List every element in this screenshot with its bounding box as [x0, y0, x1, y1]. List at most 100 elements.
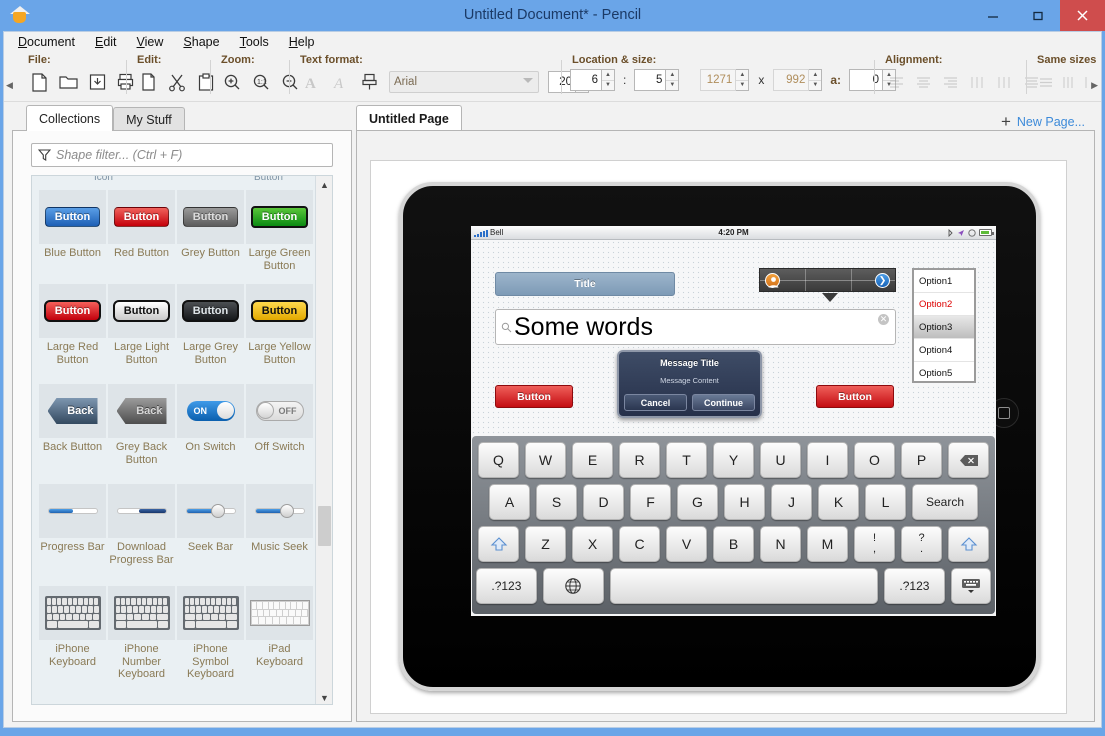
zoom-reset-icon[interactable]: 1:1: [248, 69, 274, 95]
size-height-stepper[interactable]: ▲▼: [773, 69, 823, 91]
same-height-icon[interactable]: [1035, 69, 1057, 95]
dialog-continue-button[interactable]: Continue: [692, 394, 755, 411]
save-document-icon[interactable]: [84, 69, 110, 95]
shift-right-key-icon[interactable]: [948, 526, 989, 562]
key-j[interactable]: J: [771, 484, 812, 520]
tab-collections[interactable]: Collections: [26, 105, 114, 131]
key-v[interactable]: V: [666, 526, 707, 562]
key-b[interactable]: B: [713, 526, 754, 562]
dialog-cancel-button[interactable]: Cancel: [624, 394, 687, 411]
shape-iphone-keyboard[interactable]: iPhone Keyboard: [39, 586, 106, 681]
new-document-icon[interactable]: [26, 69, 52, 95]
key-numbers-left[interactable]: .?123: [476, 568, 537, 604]
mockup-title-bar[interactable]: Title: [495, 272, 675, 296]
chevron-right-icon[interactable]: ❯: [875, 273, 890, 288]
key-i[interactable]: I: [807, 442, 848, 478]
hide-keyboard-key-icon[interactable]: [950, 568, 991, 604]
new-page-button[interactable]: + New Page...: [1001, 113, 1095, 130]
key-h[interactable]: H: [724, 484, 765, 520]
shape-music-seek[interactable]: Music Seek: [246, 484, 313, 566]
shape-blue-button[interactable]: Button Blue Button: [39, 190, 106, 272]
cut-icon[interactable]: [164, 69, 190, 95]
key-x[interactable]: X: [572, 526, 613, 562]
mockup-option-list[interactable]: Option1 Option2 Option3 Option4 Option5: [912, 268, 976, 383]
list-item[interactable]: Option4: [914, 339, 974, 362]
size-width-stepper[interactable]: ▲▼: [700, 69, 750, 91]
scrollbar-thumb[interactable]: [318, 506, 331, 546]
align-left-icon[interactable]: [883, 69, 909, 95]
key-search[interactable]: Search: [912, 484, 978, 520]
shape-large-light-button[interactable]: Button Large Light Button: [108, 284, 175, 366]
shape-red-button[interactable]: Button Red Button: [108, 190, 175, 272]
key-p[interactable]: P: [901, 442, 942, 478]
key-u[interactable]: U: [760, 442, 801, 478]
format-painter-icon[interactable]: [356, 69, 382, 95]
shape-progress-bar[interactable]: Progress Bar: [39, 484, 106, 566]
shape-iphone-number-keyboard[interactable]: iPhone Number Keyboard: [108, 586, 175, 681]
menu-help[interactable]: Help: [287, 34, 317, 50]
shape-large-green-button[interactable]: Button Large Green Button: [246, 190, 313, 272]
globe-key-icon[interactable]: [542, 568, 604, 604]
key-d[interactable]: D: [583, 484, 624, 520]
key-exclaim-comma[interactable]: !,: [854, 526, 895, 562]
tab-untitled-page[interactable]: Untitled Page: [356, 105, 462, 131]
distribute-vertical-icon[interactable]: [991, 69, 1017, 95]
copy-icon[interactable]: [135, 69, 161, 95]
key-m[interactable]: M: [807, 526, 848, 562]
contact-avatar-icon[interactable]: [765, 273, 780, 288]
ipad-device-frame[interactable]: Bell 4:20 PM Title ❯ Some words ✕ Option…: [399, 182, 1040, 691]
close-button[interactable]: [1060, 0, 1105, 31]
key-f[interactable]: F: [630, 484, 671, 520]
paste-icon[interactable]: [193, 69, 219, 95]
toolbar-overflow-right-icon[interactable]: ▶: [1091, 80, 1098, 91]
list-item[interactable]: Option1: [914, 270, 974, 293]
mockup-ipad-keyboard[interactable]: Q W E R T Y U I O P A S D F G H J K L Se…: [472, 436, 995, 614]
shape-large-red-button[interactable]: Button Large Red Button: [39, 284, 106, 366]
location-y-stepper[interactable]: ▲▼: [634, 69, 680, 91]
shape-filter-box[interactable]: Shape filter... (Ctrl + F): [31, 143, 333, 167]
key-y[interactable]: Y: [713, 442, 754, 478]
maximize-button[interactable]: [1015, 0, 1060, 31]
shape-grid-scrollbar[interactable]: ▲ ▼: [315, 176, 332, 704]
shape-off-switch[interactable]: OFF Off Switch: [246, 384, 313, 466]
key-n[interactable]: N: [760, 526, 801, 562]
shape-grey-back-button[interactable]: Back Grey Back Button: [108, 384, 175, 466]
key-s[interactable]: S: [536, 484, 577, 520]
menu-view[interactable]: View: [135, 34, 166, 50]
key-g[interactable]: G: [677, 484, 718, 520]
clear-circle-icon[interactable]: ✕: [878, 314, 889, 325]
list-item[interactable]: Option5: [914, 362, 974, 385]
canvas-viewport[interactable]: Bell 4:20 PM Title ❯ Some words ✕ Option…: [356, 130, 1095, 722]
angle-input[interactable]: [849, 69, 884, 91]
zoom-in-icon[interactable]: [219, 69, 245, 95]
location-x-stepper[interactable]: ▲▼: [570, 69, 615, 91]
shape-grey-button[interactable]: Button Grey Button: [177, 190, 244, 272]
shape-ipad-keyboard[interactable]: iPad Keyboard: [246, 586, 313, 681]
italic-text-icon[interactable]: A: [327, 69, 353, 95]
shape-large-grey-button[interactable]: Button Large Grey Button: [177, 284, 244, 366]
location-y-input[interactable]: [634, 69, 667, 91]
same-width-icon[interactable]: [1057, 69, 1079, 95]
mockup-nav-bar[interactable]: ❯: [759, 268, 896, 302]
page-canvas[interactable]: Bell 4:20 PM Title ❯ Some words ✕ Option…: [370, 160, 1067, 714]
distribute-horizontal-icon[interactable]: [964, 69, 990, 95]
size-width-input[interactable]: [700, 69, 737, 91]
mockup-button-right[interactable]: Button: [816, 385, 894, 408]
shape-large-yellow-button[interactable]: Button Large Yellow Button: [246, 284, 313, 366]
scroll-down-icon[interactable]: ▼: [316, 689, 332, 704]
mockup-button-left[interactable]: Button: [495, 385, 573, 408]
shape-iphone-symbol-keyboard[interactable]: iPhone Symbol Keyboard: [177, 586, 244, 681]
list-item[interactable]: Option3: [914, 316, 974, 339]
key-question-period[interactable]: ?.: [901, 526, 942, 562]
shape-on-switch[interactable]: ON On Switch: [177, 384, 244, 466]
key-t[interactable]: T: [666, 442, 707, 478]
key-w[interactable]: W: [525, 442, 566, 478]
backspace-key-icon[interactable]: [948, 442, 989, 478]
mockup-search-field[interactable]: Some words ✕: [495, 309, 896, 345]
key-l[interactable]: L: [865, 484, 906, 520]
key-c[interactable]: C: [619, 526, 660, 562]
key-q[interactable]: Q: [478, 442, 519, 478]
menu-edit[interactable]: Edit: [93, 34, 119, 50]
font-family-select[interactable]: Arial: [389, 71, 539, 93]
key-o[interactable]: O: [854, 442, 895, 478]
